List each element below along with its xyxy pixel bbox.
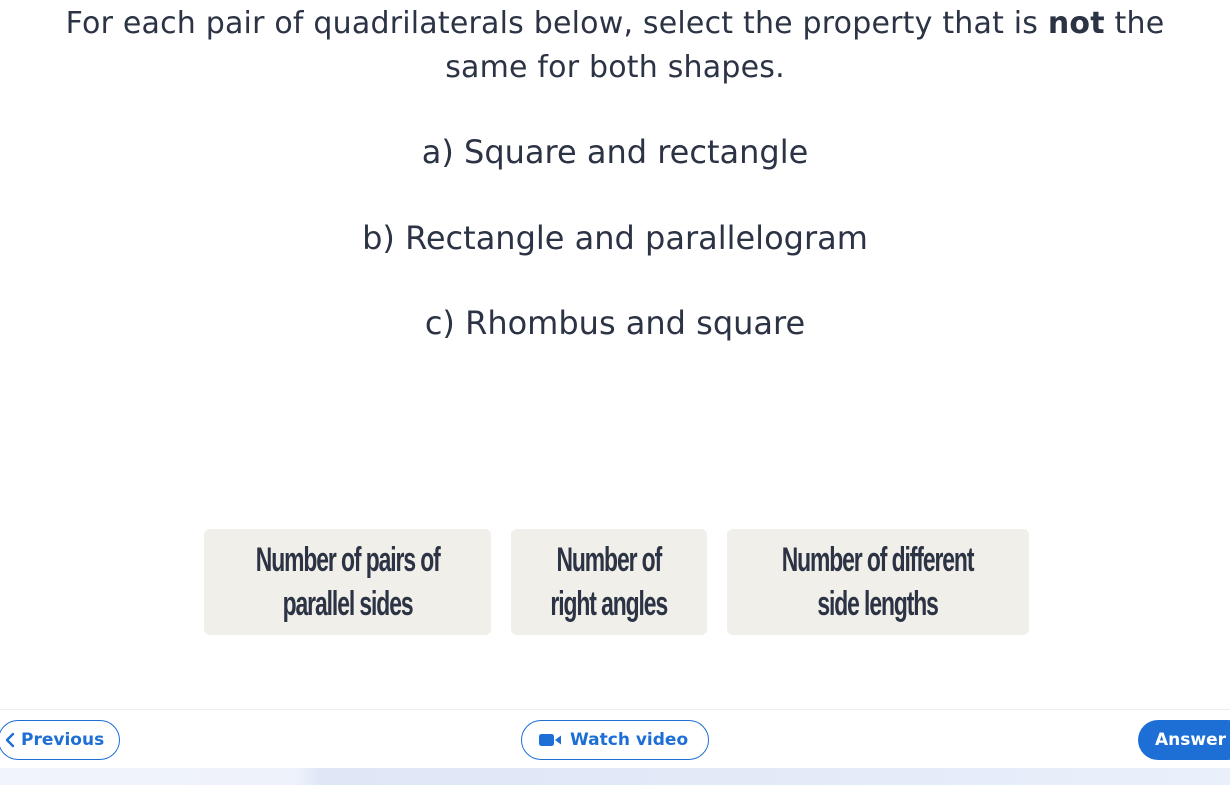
question-prompt: For each pair of quadrilaterals below, s… xyxy=(25,2,1205,90)
video-camera-icon xyxy=(538,732,562,748)
answer-label: Answer xyxy=(1155,730,1226,750)
option-line: right angles xyxy=(550,585,669,623)
option-line: Number of xyxy=(556,541,663,579)
question-part-a: a) Square and rectangle xyxy=(421,133,809,171)
question-part-c: c) Rhombus and square xyxy=(424,304,806,342)
previous-label: Previous xyxy=(21,730,105,750)
option-line: Number of different xyxy=(782,541,975,579)
watch-video-label: Watch video xyxy=(570,730,689,750)
question-part-b: b) Rectangle and parallelogram xyxy=(362,219,868,257)
option-line: side lengths xyxy=(817,585,940,623)
prompt-emphasis: not xyxy=(1047,6,1105,41)
answer-options: Number of pairs of parallel sides Number … xyxy=(0,529,1230,635)
option-parallel-sides[interactable]: Number of pairs of parallel sides xyxy=(204,529,491,635)
option-line: Number of pairs of xyxy=(255,541,441,579)
footer-divider xyxy=(0,709,1230,710)
previous-button[interactable]: Previous xyxy=(0,720,120,760)
question: For each pair of quadrilaterals below, s… xyxy=(0,0,1230,90)
option-side-lengths-label: Number of different side lengths xyxy=(761,538,995,626)
watch-video-button[interactable]: Watch video xyxy=(521,720,709,760)
chevron-left-icon xyxy=(3,730,19,750)
footer-band xyxy=(0,768,1230,785)
answer-button[interactable]: Answer xyxy=(1138,720,1230,760)
option-right-angles-label: Number of right angles xyxy=(538,538,680,626)
option-side-lengths[interactable]: Number of different side lengths xyxy=(727,529,1029,635)
prompt-text-before: For each pair of quadrilaterals below, s… xyxy=(65,6,1048,41)
option-line: parallel sides xyxy=(282,585,414,623)
option-right-angles[interactable]: Number of right angles xyxy=(511,529,707,635)
option-parallel-sides-label: Number of pairs of parallel sides xyxy=(235,538,459,626)
